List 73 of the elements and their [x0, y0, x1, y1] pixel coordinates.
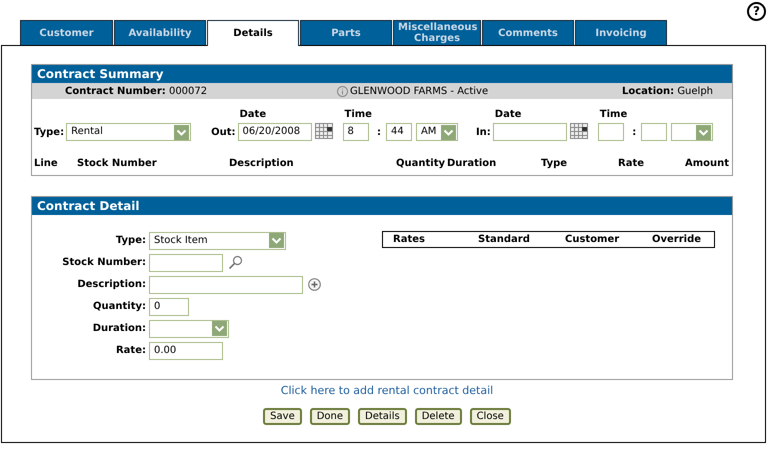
action-button[interactable]: Done	[310, 408, 350, 425]
tab[interactable]: Details	[207, 20, 299, 46]
input-field[interactable]	[149, 254, 223, 272]
type-dropdown[interactable]: Rental	[66, 123, 192, 141]
minute-field[interactable]: 44	[386, 123, 412, 141]
column-header: Quantity	[396, 158, 446, 171]
customer-status: GLENWOOD FARMS - Active	[350, 86, 488, 96]
column-header: Override	[652, 234, 702, 245]
tab[interactable]: Miscellaneous Charges	[393, 20, 481, 45]
column-header: Type	[541, 158, 568, 171]
column-header: Customer	[565, 234, 620, 245]
field-label: Type:	[114, 235, 147, 246]
section-title: Contract Detail	[32, 197, 732, 215]
field-label: Description:	[76, 279, 147, 290]
field-label: Out:	[211, 127, 236, 140]
section-title: Contract Summary	[32, 65, 732, 83]
field-label: Stock Number:	[61, 257, 147, 268]
caret-icon[interactable]	[696, 124, 712, 140]
dropdown[interactable]: Stock Item	[149, 232, 286, 250]
input-field[interactable]: 0	[149, 298, 189, 316]
column-header: Standard	[478, 234, 531, 245]
tab[interactable]: Invoicing	[575, 20, 667, 45]
ampm-dropdown[interactable]	[671, 123, 714, 141]
input-field[interactable]: 0.00	[149, 342, 223, 360]
action-button[interactable]: Close	[470, 408, 511, 425]
dropdown[interactable]	[149, 320, 229, 338]
help-button[interactable]: ?	[747, 2, 766, 21]
date-field[interactable]	[492, 123, 567, 141]
caret-icon[interactable]	[440, 124, 456, 140]
field-label: Type:	[34, 127, 64, 140]
ampm-dropdown[interactable]: AM	[416, 123, 458, 141]
field-label: Duration:	[92, 323, 147, 334]
hour-field[interactable]: 8	[342, 123, 368, 141]
tab[interactable]: Parts	[300, 20, 392, 45]
contract-number: 000072	[168, 86, 208, 96]
plus-icon[interactable]	[308, 278, 321, 291]
column-header: Line	[34, 158, 59, 171]
caret-icon[interactable]	[212, 321, 227, 336]
column-header: Amount	[685, 158, 730, 171]
action-button[interactable]: Delete	[414, 408, 462, 425]
field-label: Rate:	[114, 345, 147, 356]
minute-field[interactable]	[641, 123, 668, 141]
add-detail-link[interactable]: Click here to add rental contract detail	[280, 384, 494, 397]
info-icon	[337, 86, 348, 96]
column-header: Rates	[393, 234, 426, 245]
column-header: Duration	[447, 158, 498, 171]
column-header: Description	[229, 158, 295, 171]
hour-field[interactable]	[598, 123, 624, 141]
calendar-icon[interactable]	[570, 123, 588, 139]
tab[interactable]: Comments	[482, 20, 574, 45]
column-header: Time	[600, 109, 628, 120]
column-header: Date	[494, 109, 522, 120]
time-separator: :	[376, 127, 381, 140]
column-header: Date	[240, 109, 268, 120]
column-header: Stock Number	[77, 158, 158, 171]
field-label: Quantity:	[92, 301, 147, 312]
field-label: In:	[476, 127, 491, 140]
caret-icon[interactable]	[269, 233, 284, 248]
field-label: Location:	[622, 86, 674, 96]
caret-icon[interactable]	[174, 124, 190, 140]
tab[interactable]: Customer	[20, 20, 113, 45]
location-value: Guelph	[677, 86, 714, 96]
field-label: Contract Number:	[65, 86, 166, 96]
column-header: Time	[344, 109, 372, 120]
tab[interactable]: Availability	[114, 20, 206, 45]
column-header: Rate	[618, 158, 646, 171]
input-field[interactable]	[149, 276, 303, 294]
action-button[interactable]: Save	[263, 408, 302, 425]
time-separator: :	[632, 127, 636, 140]
action-button[interactable]: Details	[358, 408, 407, 425]
date-field[interactable]: 06/20/2008	[238, 123, 312, 141]
search-icon[interactable]	[228, 255, 243, 270]
calendar-icon[interactable]	[314, 123, 332, 139]
